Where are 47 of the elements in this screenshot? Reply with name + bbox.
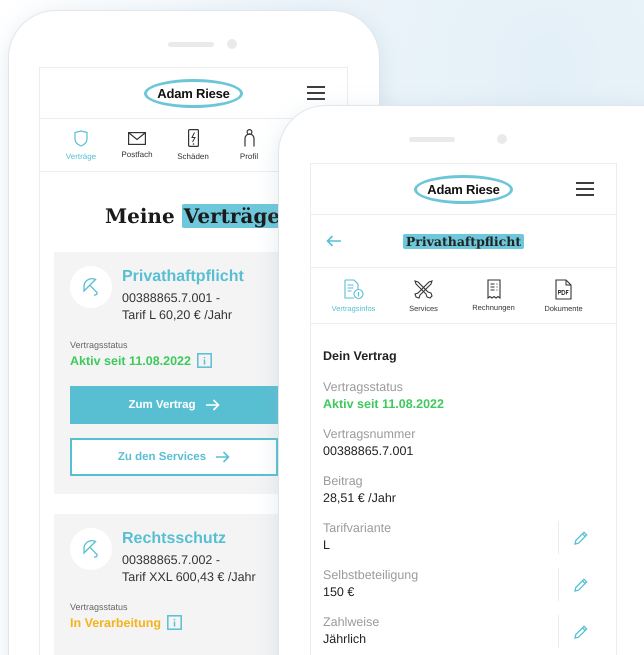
umbrella-icon bbox=[70, 528, 112, 570]
field-value: 150 € bbox=[323, 585, 356, 599]
umbrella-icon bbox=[70, 266, 112, 308]
arrow-icon bbox=[206, 399, 220, 411]
status-label: Vertragsstatus bbox=[70, 340, 129, 350]
section-title: Dein Vertrag bbox=[323, 349, 398, 363]
arrow-icon bbox=[216, 451, 230, 463]
pencil-icon[interactable] bbox=[574, 578, 588, 592]
contract-tariff: Tarif L 60,20 € /Jahr bbox=[122, 308, 234, 322]
field-value: 00388865.7.001 bbox=[323, 444, 414, 458]
field-label: Beitrag bbox=[323, 474, 364, 488]
phone-icon bbox=[188, 129, 198, 147]
field-label: Vertragsstatus bbox=[323, 380, 404, 394]
menu-icon[interactable] bbox=[307, 86, 325, 100]
shield-icon bbox=[74, 130, 88, 146]
field-value: 28,51 € /Jahr bbox=[323, 491, 397, 505]
field-value: Jährlich bbox=[323, 632, 368, 646]
info-icon[interactable] bbox=[167, 615, 182, 630]
contract-number: 00388865.7.001 - bbox=[122, 291, 222, 305]
status-text: Aktiv seit 11.08.2022 bbox=[70, 354, 191, 368]
receipt-icon bbox=[486, 279, 500, 299]
status-label: Vertragsstatus bbox=[70, 602, 129, 612]
field-label: Zahlweise bbox=[323, 615, 380, 629]
field-value: Aktiv seit 11.08.2022 bbox=[323, 397, 445, 411]
tools-icon bbox=[413, 278, 434, 300]
envelope-icon bbox=[128, 132, 146, 144]
pdf-file-icon bbox=[555, 278, 572, 300]
status-text: In Verarbeitung bbox=[70, 616, 161, 630]
info-icon[interactable] bbox=[196, 353, 212, 368]
contract-number: 00388865.7.002 - bbox=[122, 553, 222, 567]
person-icon bbox=[244, 129, 254, 147]
field-label: Tarifvariante bbox=[323, 521, 392, 535]
logo[interactable]: Adam Riese bbox=[144, 78, 243, 108]
logo[interactable]: Adam Riese bbox=[414, 174, 513, 204]
nav-tab[interactable]: Profil bbox=[227, 119, 271, 171]
nav-tab[interactable]: Postfach bbox=[115, 119, 159, 171]
field-label: Selbstbeteiligung bbox=[323, 568, 420, 582]
page-title: Privathaftpflicht bbox=[402, 234, 524, 248]
back-arrow-icon[interactable] bbox=[326, 235, 341, 247]
document-info-icon bbox=[344, 278, 364, 300]
menu-icon[interactable] bbox=[576, 182, 594, 196]
contract-tariff: Tarif XXL 600,43 € /Jahr bbox=[122, 570, 256, 584]
pencil-icon[interactable] bbox=[574, 530, 588, 544]
nav-tab[interactable]: Schäden bbox=[171, 119, 215, 171]
field-label: Vertragsnummer bbox=[323, 427, 416, 441]
field-value: L bbox=[323, 538, 331, 552]
pencil-icon[interactable] bbox=[574, 624, 588, 638]
